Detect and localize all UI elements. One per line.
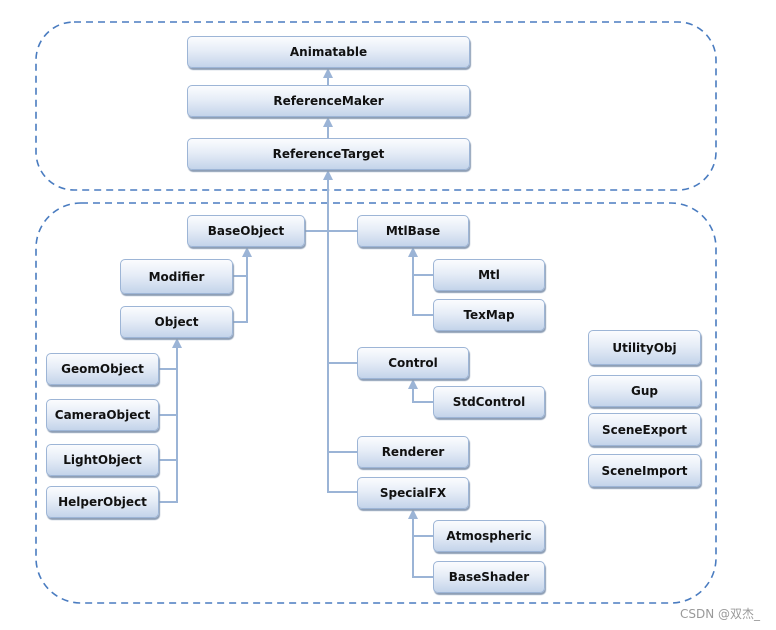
arrow-icon [408,247,418,257]
class-node-cameraobject: CameraObject [46,399,159,431]
edge-object-children [159,338,178,503]
class-node-sceneexport: SceneExport [588,413,701,446]
arrow-icon [172,338,182,348]
class-node-texmap: TexMap [433,299,545,331]
class-node-object: Object [120,306,233,338]
arrow-icon [323,117,333,127]
arrow-icon [408,509,418,519]
edge-trunk [327,170,357,493]
class-node-helperobject: HelperObject [46,486,159,518]
arrow-icon [242,247,252,257]
class-node-specialfx: SpecialFX [357,477,469,509]
edge-mtlbase-children [412,247,433,316]
class-node-mtl: Mtl [433,259,545,291]
class-node-baseobject: BaseObject [187,215,305,247]
arrow-icon [323,68,333,78]
edge-stdcontrol [412,379,433,403]
class-node-referencetarget: ReferenceTarget [187,138,470,170]
class-hierarchy-diagram: CSDN @双杰_ Animatable ReferenceMaker Refere… [0,0,776,630]
arrow-icon [323,170,333,180]
class-node-baseshader: BaseShader [433,561,545,593]
class-node-gup: Gup [588,375,701,407]
class-node-referencemaker: ReferenceMaker [187,85,470,117]
arrow-icon [408,379,418,389]
edge-specialfx-children [412,509,433,578]
class-node-renderer: Renderer [357,436,469,468]
class-node-animatable: Animatable [187,36,470,68]
class-node-geomobject: GeomObject [46,353,159,385]
class-node-atmospheric: Atmospheric [433,520,545,552]
edge-object-baseobject [233,247,248,323]
class-node-mtlbase: MtlBase [357,215,469,247]
class-node-sceneimport: SceneImport [588,454,701,487]
class-node-control: Control [357,347,469,379]
class-node-utilityobj: UtilityObj [588,330,701,365]
class-node-modifier: Modifier [120,259,233,294]
class-node-stdcontrol: StdControl [433,386,545,418]
watermark: CSDN @双杰_ [679,607,760,621]
class-node-lightobject: LightObject [46,444,159,476]
